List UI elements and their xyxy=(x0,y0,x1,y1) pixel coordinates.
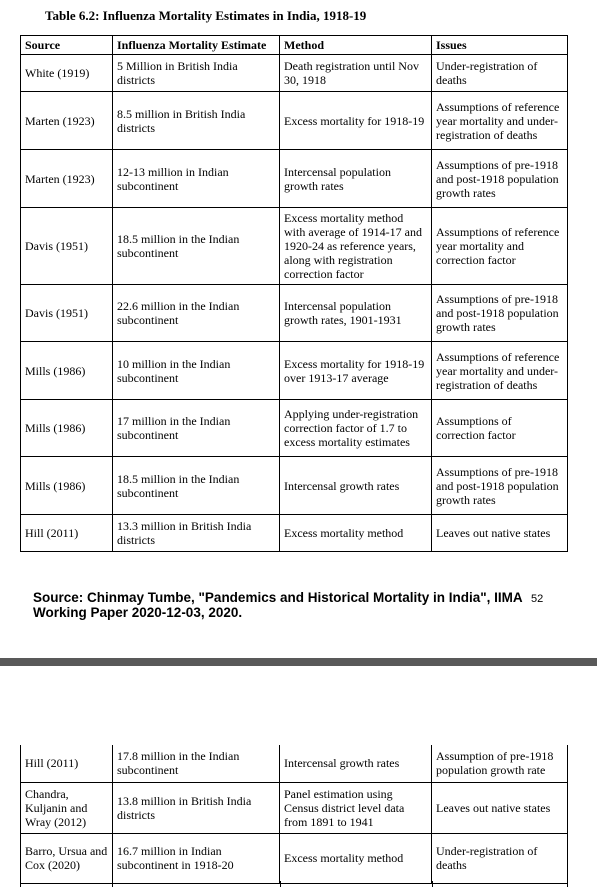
table-border-stub xyxy=(112,881,113,887)
cell-method: Intercensal growth rates xyxy=(279,456,432,515)
table-row: Marten (1923) 12-13 million in Indian su… xyxy=(20,149,568,208)
cell-method: Excess mortality for 1918-19 over 1913-1… xyxy=(279,341,432,400)
cell-issues: Assumption of pre-1918 population growth… xyxy=(431,745,568,783)
cell-method: Intercensal population growth rates, 190… xyxy=(279,284,432,342)
cell-method: Panel estimation using Census district l… xyxy=(279,781,432,834)
table-border-stub xyxy=(432,881,433,887)
cell-issues: Assumptions of reference year mortality … xyxy=(431,341,568,400)
table-row: Hill (2011) 17.8 million in the Indian s… xyxy=(20,745,568,783)
cell-source: Barro, Ursua and Cox (2020) xyxy=(20,832,113,884)
mortality-estimates-table-continued: Hill (2011) 17.8 million in the Indian s… xyxy=(20,745,568,884)
table-row: Marten (1923) 8.5 million in British Ind… xyxy=(20,91,568,150)
cell-method: Intercensal growth rates xyxy=(279,745,432,783)
cell-method: Intercensal population growth rates xyxy=(279,149,432,208)
cell-source: Mills (1986) xyxy=(20,456,113,515)
cell-issues: Assumptions of pre-1918 and post-1918 po… xyxy=(431,284,568,342)
header-issues: Issues xyxy=(431,35,568,55)
cell-source: Marten (1923) xyxy=(20,149,113,208)
source-citation: Source: Chinmay Tumbe, "Pandemics and Hi… xyxy=(33,590,523,620)
cell-method: Death registration until Nov 30, 1918 xyxy=(279,54,432,92)
table-row: Davis (1951) 18.5 million in the Indian … xyxy=(20,207,568,285)
cell-method: Excess mortality method with average of … xyxy=(279,207,432,285)
cell-estimate: 16.7 million in Indian subcontinent in 1… xyxy=(112,832,280,884)
table-row: White (1919) 5 Million in British India … xyxy=(20,54,568,92)
table-row: Barro, Ursua and Cox (2020) 16.7 million… xyxy=(20,832,568,884)
cell-issues: Leaves out native states xyxy=(431,781,568,834)
cell-estimate: 18.5 million in the Indian subcontinent xyxy=(112,456,280,515)
cell-method: Excess mortality for 1918-19 xyxy=(279,91,432,150)
cell-source: Davis (1951) xyxy=(20,284,113,342)
header-source: Source xyxy=(20,35,113,55)
cell-estimate: 8.5 million in British India districts xyxy=(112,91,280,150)
cell-estimate: 13.3 million in British India districts xyxy=(112,514,280,552)
page-1: Table 6.2: Influenza Mortality Estimates… xyxy=(0,0,597,658)
cell-source: Mills (1986) xyxy=(20,399,113,457)
mortality-estimates-table: Source Influenza Mortality Estimate Meth… xyxy=(20,35,568,552)
cell-method: Excess mortality method xyxy=(279,514,432,552)
table-row: Mills (1986) 10 million in the Indian su… xyxy=(20,341,568,400)
table-row: Mills (1986) 17 million in the Indian su… xyxy=(20,399,568,457)
page-2: Hill (2011) 17.8 million in the Indian s… xyxy=(0,666,597,887)
table-header-row: Source Influenza Mortality Estimate Meth… xyxy=(20,35,568,55)
cell-estimate: 17 million in the Indian subcontinent xyxy=(112,399,280,457)
cell-source: Chandra, Kuljanin and Wray (2012) xyxy=(20,781,113,834)
cell-issues: Under-registration of deaths xyxy=(431,832,568,884)
cell-issues: Leaves out native states xyxy=(431,514,568,552)
cell-estimate: 5 Million in British India districts xyxy=(112,54,280,92)
table-title: Table 6.2: Influenza Mortality Estimates… xyxy=(45,8,367,23)
table-row: Mills (1986) 18.5 million in the Indian … xyxy=(20,456,568,515)
cell-issues: Assumptions of pre-1918 and post-1918 po… xyxy=(431,456,568,515)
table-border-stub xyxy=(280,881,281,887)
cell-method: Excess mortality method xyxy=(279,832,432,884)
cell-source: Marten (1923) xyxy=(20,91,113,150)
page-number: 52 xyxy=(531,593,544,605)
cell-method: Applying under-registration correction f… xyxy=(279,399,432,457)
cell-issues: Assumptions of correction factor xyxy=(431,399,568,457)
cell-source: Hill (2011) xyxy=(20,514,113,552)
header-estimate: Influenza Mortality Estimate xyxy=(112,35,280,55)
cell-source: White (1919) xyxy=(20,54,113,92)
table-border-stub xyxy=(20,881,21,887)
cell-issues: Assumptions of reference year mortality … xyxy=(431,207,568,285)
cell-estimate: 17.8 million in the Indian subcontinent xyxy=(112,745,280,783)
cell-issues: Assumptions of reference year mortality … xyxy=(431,91,568,150)
page-separator xyxy=(0,658,597,666)
cell-estimate: 12-13 million in Indian subcontinent xyxy=(112,149,280,208)
cell-source: Davis (1951) xyxy=(20,207,113,285)
cell-estimate: 22.6 million in the Indian subcontinent xyxy=(112,284,280,342)
cell-estimate: 13.8 million in British India districts xyxy=(112,781,280,834)
table-row: Davis (1951) 22.6 million in the Indian … xyxy=(20,284,568,342)
table-row: Chandra, Kuljanin and Wray (2012) 13.8 m… xyxy=(20,781,568,834)
cell-issues: Under-registration of deaths xyxy=(431,54,568,92)
header-method: Method xyxy=(279,35,432,55)
cell-source: Mills (1986) xyxy=(20,341,113,400)
table-row: Hill (2011) 13.3 million in British Indi… xyxy=(20,514,568,552)
cell-estimate: 10 million in the Indian subcontinent xyxy=(112,341,280,400)
cell-estimate: 18.5 million in the Indian subcontinent xyxy=(112,207,280,285)
cell-issues: Assumptions of pre-1918 and post-1918 po… xyxy=(431,149,568,208)
cell-source: Hill (2011) xyxy=(20,745,113,783)
table-border-stub xyxy=(567,881,568,887)
